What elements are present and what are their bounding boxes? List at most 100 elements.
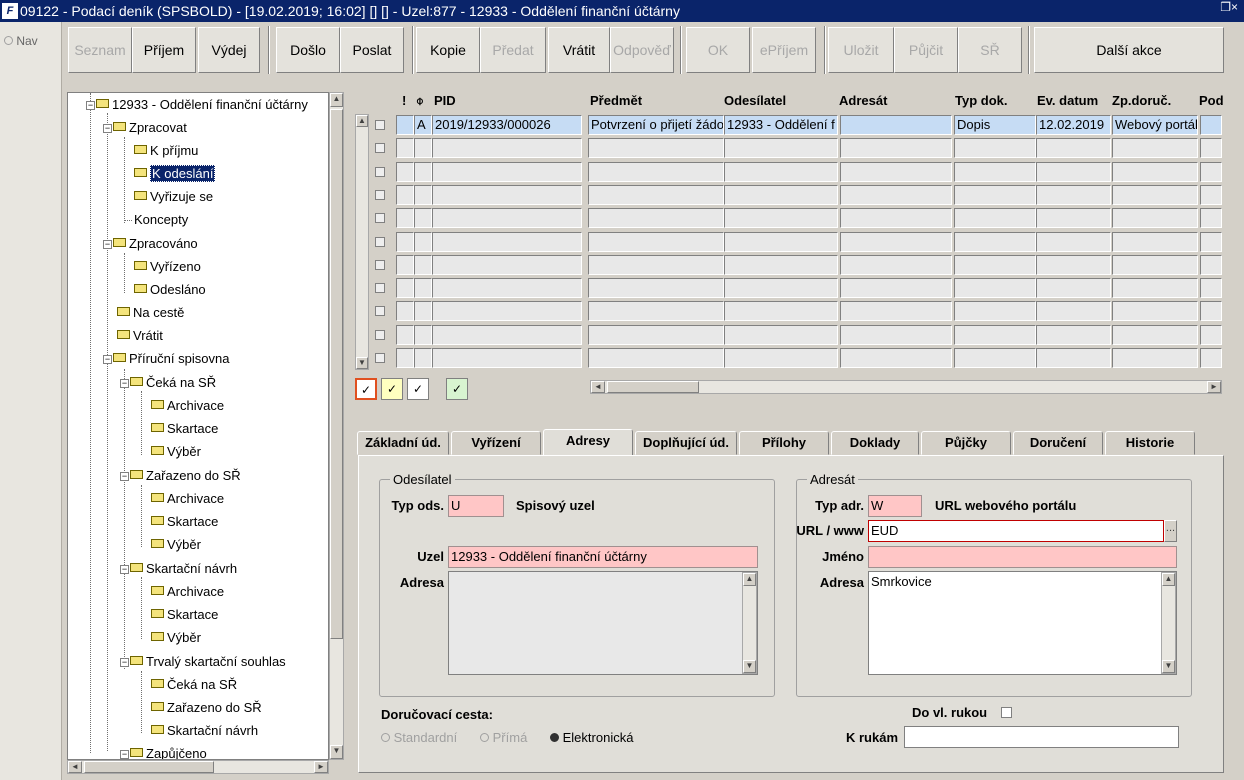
grid-cell[interactable] [1200,348,1222,368]
grid-cell[interactable] [414,278,432,299]
tree-node-skartace[interactable]: Skartace [151,513,218,531]
poslat-button[interactable]: Poslat [340,27,404,73]
scroll-up-icon[interactable]: ▲ [330,93,343,107]
tab-adresy[interactable]: Adresy [543,429,633,456]
grid-cell[interactable] [840,254,952,275]
grid-cell[interactable] [724,301,838,322]
scroll-up-icon[interactable]: ▲ [356,115,368,127]
grid-cell[interactable] [954,301,1036,322]
collapse-icon[interactable]: − [120,658,129,667]
filter-checkbox-white[interactable]: ✓ [407,378,429,400]
grid-cell[interactable] [588,278,724,299]
tree-node-zarazeno-do-sr-2[interactable]: Zařazeno do SŘ [151,699,262,717]
grid-cell[interactable] [396,184,414,205]
tab-doklady[interactable]: Doklady [831,431,919,455]
grid-cell[interactable] [414,184,432,205]
col-header-odesilatel[interactable]: Odesílatel [724,92,786,110]
grid-cell-odesilatel[interactable]: 12933 - Oddělení f [724,115,838,135]
grid-cell[interactable] [1200,208,1222,229]
grid-cell[interactable] [588,161,724,182]
grid-cell[interactable] [1112,138,1198,159]
predat-button[interactable]: Předat [480,27,546,73]
grid-cell[interactable] [588,324,724,345]
grid-cell[interactable] [1112,161,1198,182]
grid-cell[interactable] [1036,348,1111,368]
scroll-thumb[interactable] [330,109,343,639]
grid-cell[interactable] [1036,278,1111,299]
grid-cell[interactable] [954,208,1036,229]
col-header-ev-datum[interactable]: Ev. datum [1037,92,1098,110]
grid-cell[interactable] [1036,138,1111,159]
tree-node-zapujceno[interactable]: − Zapůjčeno [120,745,207,759]
uzel-field[interactable]: 12933 - Oddělení finanční účtárny [448,546,758,568]
grid-cell[interactable] [1200,324,1222,345]
grid-cell[interactable] [1200,138,1222,159]
grid-cell[interactable] [724,231,838,252]
grid-cell[interactable] [724,278,838,299]
grid-cell[interactable] [1112,184,1198,205]
url-www-field[interactable]: EUD [868,520,1164,542]
grid-cell[interactable] [724,208,838,229]
row-checkbox[interactable] [375,166,385,177]
grid-cell[interactable] [1112,254,1198,275]
tree-node-skartace[interactable]: Skartace [151,420,218,438]
tree-node-k-prijmu[interactable]: K příjmu [134,142,198,160]
grid-cell[interactable] [396,324,414,345]
grid-cell[interactable] [1200,278,1222,299]
grid-cell[interactable] [588,208,724,229]
grid-cell[interactable] [1200,161,1222,182]
grid-cell[interactable] [1200,184,1222,205]
delivery-option-elektronicka[interactable]: Elektronická [550,730,633,745]
grid-cell[interactable] [588,301,724,322]
sender-adresa-field[interactable] [448,571,758,675]
grid-cell[interactable] [414,138,432,159]
tree-node-ceka-na-sr-2[interactable]: Čeká na SŘ [151,676,237,694]
tree-node-vyber[interactable]: Výběr [151,629,201,647]
nav-radio[interactable]: Nav [4,34,38,48]
tab-vyrizeni[interactable]: Vyřízení [451,431,541,455]
grid-cell[interactable] [432,348,582,368]
tree-node-zarazeno-do-sr[interactable]: − Zařazeno do SŘ [120,467,241,485]
ok-button[interactable]: OK [686,27,750,73]
scroll-left-icon[interactable]: ◄ [591,381,605,393]
tree-node-prirucni-spisovna[interactable]: − Příruční spisovna [103,350,229,368]
tree-horizontal-scrollbar[interactable]: ◄ ► [67,760,329,774]
grid-cell[interactable] [396,208,414,229]
grid-cell[interactable] [432,138,582,159]
row-checkbox[interactable] [375,236,385,247]
delivery-option-standardni[interactable]: Standardní [381,730,457,745]
tree-node-skartacni-navrh-2[interactable]: Skartační návrh [151,722,258,740]
grid-cell[interactable] [1036,301,1111,322]
grid-cell[interactable] [414,348,432,368]
scroll-down-icon[interactable]: ▼ [330,745,343,759]
tree-node-root[interactable]: − 12933 - Oddělení finanční účtárny [86,96,308,114]
scroll-down-icon[interactable]: ▼ [1162,660,1175,673]
collapse-icon[interactable]: − [120,750,129,759]
collapse-icon[interactable]: − [120,379,129,388]
grid-cell[interactable] [1036,231,1111,252]
grid-cell[interactable] [1112,301,1198,322]
tree-node-na-ceste[interactable]: Na cestě [117,304,184,322]
tree-node-odeslano[interactable]: Odesláno [134,281,206,299]
tree-node-vratit[interactable]: Vrátit [117,327,163,345]
scroll-thumb[interactable] [84,761,214,773]
row-checkbox[interactable] [375,143,385,154]
grid-cell[interactable] [840,348,952,368]
grid-horizontal-scrollbar[interactable]: ◄ ► [590,380,1222,394]
scroll-down-icon[interactable]: ▼ [743,660,756,673]
typ-ods-field[interactable]: U [448,495,504,517]
collapse-icon[interactable]: − [103,355,112,364]
grid-cell-typ-dok[interactable]: Dopis [954,115,1036,135]
scroll-thumb[interactable] [607,381,699,393]
sender-adresa-scrollbar[interactable]: ▲ ▼ [742,572,757,674]
grid-cell[interactable] [414,231,432,252]
grid-cell[interactable] [724,161,838,182]
grid-cell[interactable] [724,348,838,368]
grid-cell[interactable] [724,324,838,345]
grid-cell[interactable] [396,231,414,252]
url-lookup-button[interactable]: ... [1164,520,1177,542]
tree-node-vyrizuje-se[interactable]: Vyřizuje se [134,188,213,206]
grid-cell[interactable] [396,348,414,368]
tree-node-skartacni-navrh[interactable]: − Skartační návrh [120,560,237,578]
paperclip-icon[interactable]: ⌽ [416,92,424,110]
